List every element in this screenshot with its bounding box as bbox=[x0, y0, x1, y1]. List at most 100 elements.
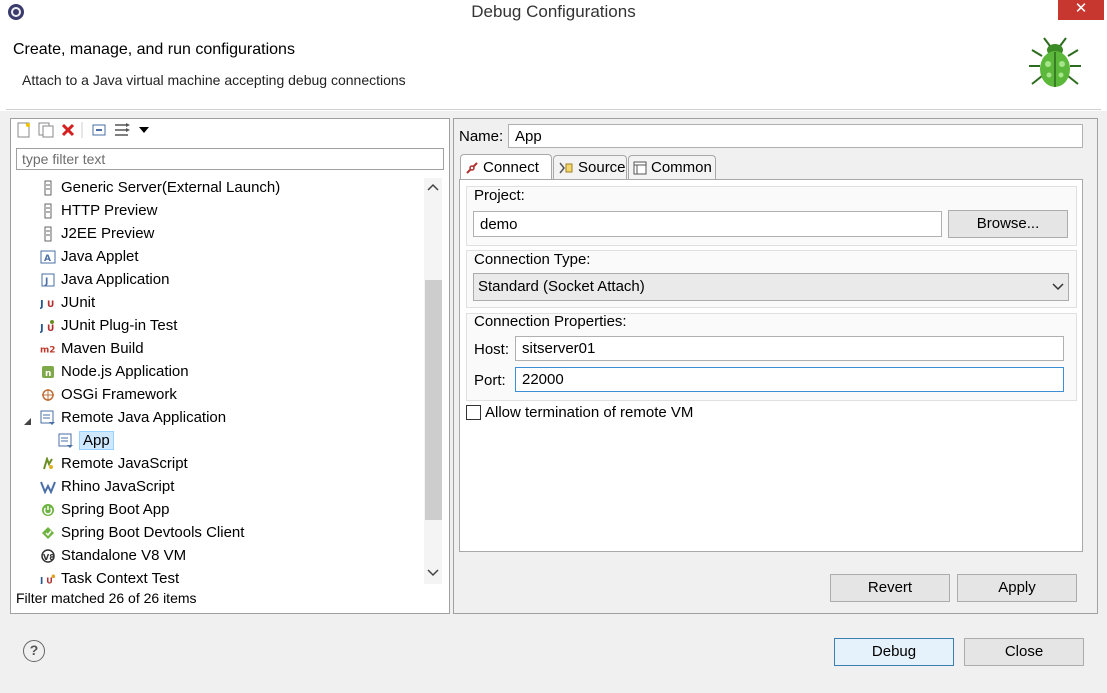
svg-text:J: J bbox=[40, 576, 43, 584]
filter-status: Filter matched 26 of 26 items bbox=[16, 590, 197, 606]
remote-js-icon bbox=[40, 456, 56, 472]
tree-item[interactable]: J2EE Preview bbox=[12, 222, 422, 245]
tree-item-label: Remote JavaScript bbox=[61, 455, 188, 472]
host-field[interactable] bbox=[515, 336, 1064, 361]
server-icon bbox=[40, 226, 56, 242]
scroll-up-icon[interactable] bbox=[424, 178, 442, 196]
tree-item[interactable]: J Java Application bbox=[12, 268, 422, 291]
window-title: Debug Configurations bbox=[471, 2, 636, 21]
header-title: Create, manage, and run configurations bbox=[13, 41, 295, 58]
svg-text:n: n bbox=[45, 369, 51, 379]
tree-item[interactable]: J U Task Context Test bbox=[12, 567, 422, 584]
tree-item[interactable]: OSGi Framework bbox=[12, 383, 422, 406]
maven-icon: m2 bbox=[40, 341, 56, 357]
chevron-down-icon bbox=[1052, 283, 1064, 291]
tree-item[interactable]: App bbox=[12, 429, 422, 452]
filter-input[interactable] bbox=[16, 148, 444, 170]
tree-item[interactable]: Spring Boot Devtools Client bbox=[12, 521, 422, 544]
tree-item[interactable]: Remote JavaScript bbox=[12, 452, 422, 475]
tree-item-label: Java Application bbox=[61, 271, 170, 288]
tree-item-label: Maven Build bbox=[61, 340, 144, 357]
tree-item-label: OSGi Framework bbox=[61, 386, 177, 403]
port-field[interactable] bbox=[515, 367, 1064, 392]
task-context-icon: JU bbox=[40, 571, 56, 584]
tree-item[interactable]: V8 Standalone V8 VM bbox=[12, 544, 422, 567]
tab-source[interactable]: Source bbox=[553, 155, 627, 179]
debug-button[interactable]: Debug bbox=[834, 638, 954, 666]
junit-icon: JU bbox=[40, 295, 56, 311]
collapse-all-icon[interactable] bbox=[90, 121, 108, 139]
osgi-icon bbox=[40, 387, 56, 403]
source-icon bbox=[559, 162, 573, 173]
svg-text:J: J bbox=[40, 299, 44, 310]
tab-common-label: Common bbox=[651, 159, 712, 176]
svg-text:J: J bbox=[44, 277, 48, 287]
svg-text:U: U bbox=[47, 300, 54, 310]
project-field[interactable] bbox=[473, 211, 942, 237]
tree-item-label: Java Applet bbox=[61, 248, 139, 265]
connect-icon bbox=[466, 161, 478, 174]
remote-java-icon bbox=[58, 433, 74, 449]
tree-item-label: App bbox=[79, 431, 114, 450]
tree-item[interactable]: J U JUnit Plug-in Test bbox=[12, 314, 422, 337]
server-icon bbox=[40, 203, 56, 219]
svg-text:A: A bbox=[44, 254, 51, 264]
close-button[interactable]: Close bbox=[964, 638, 1084, 666]
svg-text:m2: m2 bbox=[40, 345, 55, 355]
svg-text:U: U bbox=[47, 324, 54, 333]
header-description: Attach to a Java virtual machine accepti… bbox=[22, 72, 406, 88]
connection-type-value: Standard (Socket Attach) bbox=[478, 278, 645, 295]
expand-toggle-icon[interactable] bbox=[24, 413, 32, 430]
new-config-icon[interactable] bbox=[15, 121, 33, 139]
project-label: Project: bbox=[474, 187, 525, 204]
tree-item-label: Task Context Test bbox=[61, 570, 180, 584]
tree-item-label: Rhino JavaScript bbox=[61, 478, 175, 495]
help-icon[interactable]: ? bbox=[23, 640, 45, 662]
apply-button[interactable]: Apply bbox=[957, 574, 1077, 602]
allow-termination-checkbox[interactable] bbox=[466, 405, 481, 420]
spring-boot-icon bbox=[40, 502, 56, 518]
tree-item[interactable]: A Java Applet bbox=[12, 245, 422, 268]
tree-item-label: Spring Boot App bbox=[61, 501, 170, 518]
tree-item-label: J2EE Preview bbox=[61, 225, 155, 242]
scroll-down-icon[interactable] bbox=[424, 564, 442, 582]
tree-item[interactable]: m2 Maven Build bbox=[12, 337, 422, 360]
tree-item-label: Remote Java Application bbox=[61, 409, 227, 426]
tab-common[interactable]: Common bbox=[628, 155, 716, 179]
common-icon bbox=[633, 161, 647, 174]
tree-item-label: JUnit bbox=[61, 294, 96, 311]
tree-item-label: HTTP Preview bbox=[61, 202, 158, 219]
tab-connect[interactable]: Connect bbox=[460, 154, 552, 180]
name-label: Name: bbox=[459, 128, 504, 145]
nodejs-icon: n bbox=[40, 364, 56, 380]
tree-item[interactable]: Remote Java Application bbox=[12, 406, 422, 429]
tree-scroll-thumb[interactable] bbox=[425, 280, 442, 520]
window-close-button[interactable]: ✕ bbox=[1058, 0, 1104, 20]
tree-item-label: Spring Boot Devtools Client bbox=[61, 524, 245, 541]
revert-button[interactable]: Revert bbox=[830, 574, 950, 602]
host-label: Host: bbox=[474, 341, 510, 358]
java-applet-icon: A bbox=[40, 249, 56, 265]
tree-item[interactable]: n Node.js Application bbox=[12, 360, 422, 383]
duplicate-icon[interactable] bbox=[37, 121, 55, 139]
port-label: Port: bbox=[474, 372, 506, 389]
tab-source-label: Source bbox=[578, 159, 626, 176]
remote-java-icon bbox=[40, 410, 56, 426]
browse-button[interactable]: Browse... bbox=[948, 210, 1068, 238]
view-menu-icon[interactable] bbox=[135, 121, 153, 139]
tree-item[interactable]: Generic Server(External Launch) bbox=[12, 176, 422, 199]
server-icon bbox=[40, 180, 56, 196]
tree-item-label: JUnit Plug-in Test bbox=[61, 317, 178, 334]
tree-item[interactable]: Rhino JavaScript bbox=[12, 475, 422, 498]
filter-icon[interactable] bbox=[114, 121, 132, 139]
tree-item-label: Generic Server(External Launch) bbox=[61, 179, 281, 196]
connection-type-select[interactable]: Standard (Socket Attach) bbox=[473, 273, 1069, 301]
connection-properties-label: Connection Properties: bbox=[474, 313, 627, 330]
tree-item[interactable]: HTTP Preview bbox=[12, 199, 422, 222]
tree-item[interactable]: J U JUnit bbox=[12, 291, 422, 314]
name-field[interactable] bbox=[508, 124, 1083, 148]
tree-item[interactable]: Spring Boot App bbox=[12, 498, 422, 521]
svg-text:V8: V8 bbox=[43, 553, 55, 562]
spring-devtools-icon bbox=[40, 525, 56, 541]
delete-icon[interactable] bbox=[59, 121, 77, 139]
